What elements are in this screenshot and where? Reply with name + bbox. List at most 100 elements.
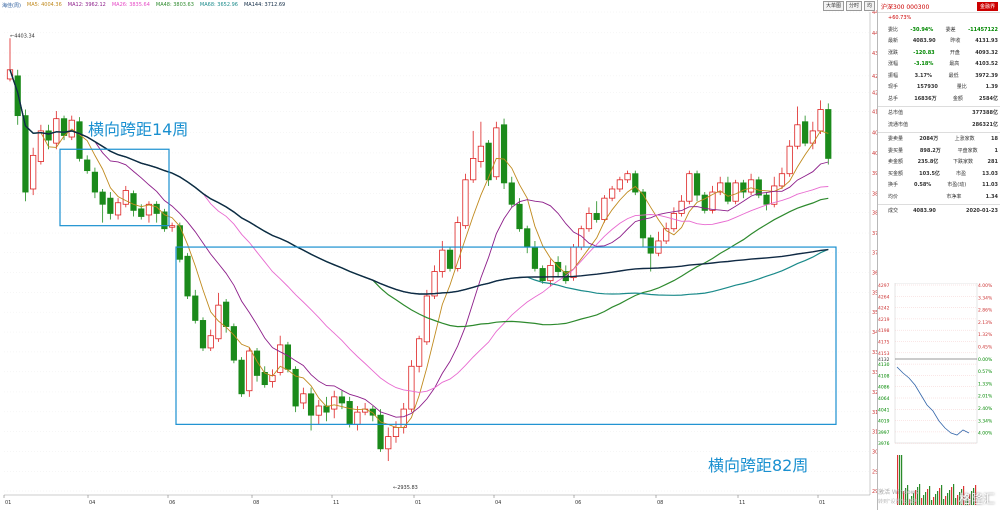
candle-body [470, 158, 477, 181]
candle-body [392, 427, 400, 437]
candle-body [493, 127, 500, 178]
mini-left-label: 4108 [878, 373, 890, 379]
time-tick-label: 04 [89, 500, 95, 506]
avg-button[interactable]: 均 [863, 1, 875, 11]
quote-row: 总手 16836万 金额 2584亿 [888, 95, 998, 102]
candle-body [446, 249, 454, 269]
mini-volume-bar [953, 484, 955, 505]
mini-mid-label: 4132 [878, 357, 890, 363]
candle-body [431, 271, 438, 297]
time-tick-label: 11 [333, 500, 339, 506]
chart-svg: 4489442143554280422541634095402839633896… [3, 10, 885, 506]
candle-body [76, 121, 83, 159]
candle-body [199, 320, 207, 349]
quote-row: 均价 市净率 1.34 [888, 193, 998, 200]
time-tick-label: 01 [415, 500, 421, 506]
candle-body [647, 237, 654, 254]
candle-body [107, 197, 114, 214]
candle-body [825, 109, 832, 159]
candle-body [585, 213, 593, 230]
time-tick-label: 08 [253, 500, 259, 506]
brand-badge: 金融界 [976, 1, 998, 11]
candle-body [315, 405, 322, 416]
candle-body [300, 393, 307, 404]
candle-body [408, 365, 415, 410]
timeshare-button[interactable]: 分时 [845, 1, 862, 11]
quote-row: 总市值 377388亿 [888, 110, 998, 116]
candle-body [238, 359, 245, 395]
candle-body [724, 182, 732, 202]
mini-left-label: 4064 [878, 396, 890, 402]
candle-body [817, 109, 824, 132]
mini-right-label: 0.57% [978, 369, 993, 375]
mini-volume-bar [931, 500, 933, 505]
candle-body [670, 213, 677, 230]
candle-body [192, 295, 199, 321]
time-tick-label: 06 [575, 500, 581, 506]
mini-right-label: 4.00% [978, 431, 993, 437]
candle-body [130, 193, 137, 211]
candle-body [524, 228, 531, 248]
mini-right-label: 1.33% [978, 381, 993, 387]
candlestick-chart[interactable]: 4489442143554280422541634095402839633896… [0, 0, 1000, 510]
candle-body [184, 255, 191, 297]
candle-body [138, 208, 145, 217]
mini-volume-bar [933, 497, 935, 505]
mini-left-label: 4041 [878, 407, 890, 413]
candle-body [230, 326, 237, 361]
mini-right-label: 3.34% [978, 295, 993, 301]
mini-right-label: 2.01% [978, 394, 993, 400]
mini-left-label: 4086 [878, 385, 890, 391]
panel-subhead: +60.73% [888, 15, 912, 21]
candle-body [508, 182, 515, 205]
windows-activation-text: 激活 Windows [878, 489, 919, 496]
candle-body [616, 179, 623, 190]
mini-volume-bar [955, 498, 957, 505]
ma68-line [9, 69, 829, 296]
quote-row: 换手 0.58% 市盈(动) 11.03 [888, 182, 998, 188]
candle-body [601, 197, 608, 220]
chart-toolbar: 大单图 分时 均 [822, 1, 875, 11]
candle-body [439, 249, 446, 272]
candle-body [331, 396, 338, 410]
candle-body [462, 179, 469, 227]
quote-row: 成交 4083.90 2020-01-23 [888, 208, 998, 214]
candle-body [253, 350, 261, 376]
candle-body [632, 173, 639, 193]
mini-left-label: 4297 [878, 283, 890, 289]
mini-left-label: 4242 [878, 306, 890, 312]
time-tick-label: 01 [5, 500, 11, 506]
mini-volume-bar [935, 494, 937, 505]
row-separator [878, 106, 1000, 107]
mini-volume-bar [941, 485, 943, 505]
watermark-logo: 格隆汇 [958, 492, 995, 506]
mini-right-label: 0.45% [978, 345, 993, 351]
candle-body [246, 350, 253, 392]
candle-body [45, 130, 52, 141]
candle-body [747, 179, 755, 193]
candle-body [215, 304, 222, 340]
mini-frame [894, 283, 978, 444]
candle-body [539, 268, 546, 282]
quote-row: 现手 157930 量比 1.39 [888, 84, 998, 90]
candle-body [114, 202, 122, 216]
mini-volume-bar [921, 498, 923, 505]
annotation-82-weeks: 横向跨距82周 [708, 456, 809, 475]
panel-header: 沪深300 000300 金融界 [878, 0, 1000, 13]
candle-body [84, 159, 91, 172]
quote-row: 委比 -30.94% 委差 -11457122 [888, 26, 998, 33]
candle-body [732, 182, 739, 202]
quote-row: 涨跌 -120.83 开盘 4093.32 [888, 49, 998, 56]
ma5-label: MA5: 4004.36 [26, 2, 62, 8]
ma144-line [9, 69, 829, 295]
candle-body [416, 338, 423, 367]
big-order-button[interactable]: 大单图 [822, 1, 844, 11]
quote-row: 涨幅 -3.18% 最高 4103.52 [888, 61, 998, 67]
mini-left-label: 4219 [878, 317, 890, 323]
candle-body [500, 124, 508, 184]
candle-body [307, 393, 315, 416]
mini-volume-bar [943, 499, 945, 505]
candle-body [531, 246, 539, 269]
candle-body [794, 124, 801, 147]
candle-body [385, 436, 392, 450]
